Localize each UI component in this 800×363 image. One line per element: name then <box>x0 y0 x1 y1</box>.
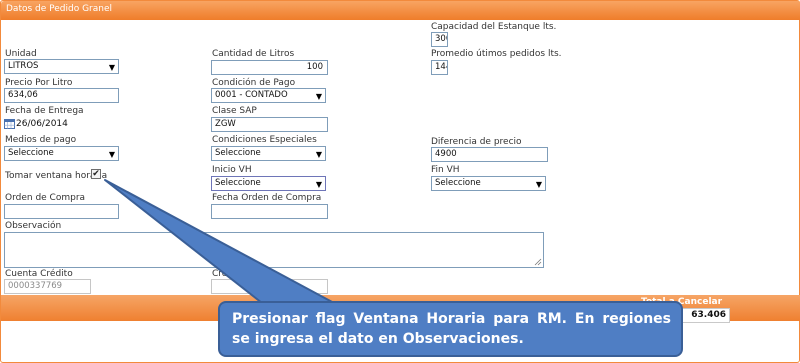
callout-text: Presionar flag Ventana Horaria para RM. … <box>232 311 671 347</box>
callout-note: Presionar flag Ventana Horaria para RM. … <box>218 301 683 357</box>
